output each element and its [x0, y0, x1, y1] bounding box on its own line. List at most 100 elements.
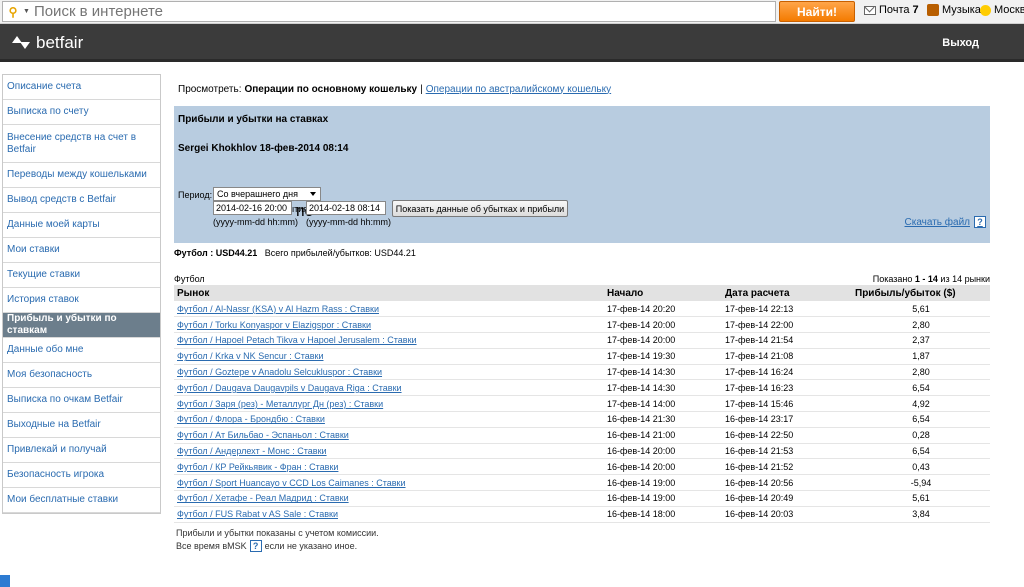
market-link[interactable]: Футбол / КР Рейкьявик - Фран : Ставки — [177, 462, 338, 472]
start-time: 16-фев-14 18:00 — [604, 506, 722, 523]
start-time: 17-фев-14 14:30 — [604, 364, 722, 381]
market-link[interactable]: Футбол / Goztepe v Anadolu Selcukluspor … — [177, 367, 382, 377]
mail-label: Почта — [879, 4, 910, 16]
find-button[interactable]: Найти! — [779, 1, 855, 22]
sidebar-item[interactable]: Мои бесплатные ставки — [3, 488, 160, 513]
market-cell: Футбол / Torku Konyaspor v Elazigspor : … — [174, 316, 604, 334]
sport-caption: Футбол — [174, 274, 205, 284]
market-cell: Футбол / Хетафе - Реал Мадрид : Ставки — [174, 490, 604, 507]
commission-note: Прибыли и убытки показаны с учетом комис… — [176, 528, 379, 538]
profit-loss: 1,87 — [852, 348, 990, 365]
market-link[interactable]: Футбол / FUS Rabat v AS Sale : Ставки — [177, 509, 338, 519]
start-time: 16-фев-14 19:00 — [604, 474, 722, 492]
shown-count: Показано 1 - 14 из 14 рынки — [873, 274, 990, 284]
sidebar-item[interactable]: Выходные на Betfair — [3, 413, 160, 438]
market-link[interactable]: Футбол / Андерлехт - Монс : Ставки — [177, 446, 327, 456]
col-market[interactable]: Рынок — [174, 285, 604, 301]
sidebar-item[interactable]: Текущие ставки — [3, 263, 160, 288]
market-link[interactable]: Футбол / Al-Nassr (KSA) v Al Hazm Rass :… — [177, 304, 379, 314]
table-row: Футбол / Daugava Daugavpils v Daugava Ri… — [174, 379, 990, 397]
profit-loss: 6,54 — [852, 443, 990, 460]
sidebar-item[interactable]: Данные моей карты — [3, 213, 160, 238]
sidebar-item[interactable]: Данные обо мне — [3, 338, 160, 363]
to-format-hint: (yyyy-mm-dd hh:mm) — [306, 217, 391, 227]
market-link[interactable]: Футбол / Флора - Брондбю : Ставки — [177, 414, 325, 424]
start-time: 16-фев-14 21:00 — [604, 427, 722, 444]
to-date-input[interactable]: 2014-02-18 08:14 — [306, 201, 386, 215]
from-date-input[interactable]: 2014-02-16 20:00 — [213, 201, 292, 215]
settled-time: 17-фев-14 15:46 — [722, 395, 852, 413]
sidebar-item[interactable]: Переводы между кошельками — [3, 163, 160, 188]
start-time: 16-фев-14 19:00 — [604, 490, 722, 507]
sidebar-item[interactable]: Мои ставки — [3, 238, 160, 263]
help-icon[interactable]: ? — [974, 216, 986, 228]
settled-time: 16-фев-14 20:49 — [722, 490, 852, 507]
market-link[interactable]: Футбол / Daugava Daugavpils v Daugava Ri… — [177, 383, 402, 393]
yandex-key-icon[interactable]: ⚲ — [3, 2, 23, 21]
timezone-help-icon[interactable]: ? — [249, 540, 262, 552]
table-row: Футбол / Заря (рез) - Металлург Дн (рез)… — [174, 395, 990, 413]
table-row: Футбол / Флора - Брондбю : Ставки 16-фев-… — [174, 411, 990, 428]
market-link[interactable]: Футбол / Torku Konyaspor v Elazigspor : … — [177, 320, 371, 330]
wallet-view-switcher: Просмотреть: Операции по основному кошел… — [174, 80, 990, 98]
market-link[interactable]: Футбол / Хетафе - Реал Мадрид : Ставки — [177, 493, 349, 503]
market-link[interactable]: Футбол / Заря (рез) - Металлург Дн (рез)… — [177, 399, 383, 409]
market-link[interactable]: Футбол / Ат Бильбао - Эспаньол : Ставки — [177, 430, 349, 440]
sidebar-item[interactable]: Описание счета — [3, 75, 160, 100]
market-link[interactable]: Футбол / Sport Huancayo v CCD Los Caiman… — [177, 478, 406, 488]
sidebar-item[interactable]: Моя безопасность — [3, 363, 160, 388]
music-link[interactable]: Музыка — [927, 4, 981, 16]
table-row: Футбол / Krka v NK Sencur : Ставки 17-фев… — [174, 348, 990, 365]
music-icon — [927, 4, 939, 16]
sidebar-item[interactable]: Внесение средств на счет в Betfair — [3, 125, 160, 163]
mail-link[interactable]: Почта 7 — [864, 4, 919, 16]
overall-total: Всего прибылей/убытков: USD44.21 — [264, 248, 416, 258]
logout-link[interactable]: Выход — [942, 37, 979, 49]
shown-suffix: из 14 рынки — [940, 274, 990, 284]
profit-loss: 0,43 — [852, 458, 990, 476]
view-separator: | — [420, 83, 423, 95]
table-row: Футбол / КР Рейкьявик - Фран : Ставки 16-… — [174, 458, 990, 476]
table-row: Футбол / Goztepe v Anadolu Selcukluspor … — [174, 364, 990, 381]
settled-time: 17-фев-14 22:00 — [722, 316, 852, 334]
market-cell: Футбол / КР Рейкьявик - Фран : Ставки — [174, 458, 604, 476]
moscow-link[interactable]: Москва — [980, 4, 1024, 16]
start-time: 17-фев-14 20:00 — [604, 332, 722, 349]
market-cell: Футбол / Заря (рез) - Металлург Дн (рез)… — [174, 395, 604, 413]
sidebar-item[interactable]: Выписка по очкам Betfair — [3, 388, 160, 413]
download-file-link[interactable]: Скачать файл ? — [905, 216, 986, 228]
profit-loss: 3,84 — [852, 506, 990, 523]
show-pl-button[interactable]: Показать данные об убытках и прибыли — [392, 200, 568, 217]
table-row: Футбол / Андерлехт - Монс : Ставки 16-фев… — [174, 443, 990, 460]
col-settled[interactable]: Дата расчета — [722, 285, 852, 301]
shown-prefix: Показано — [872, 274, 913, 284]
market-link[interactable]: Футбол / Hapoel Petach Tikva v Hapoel Je… — [177, 335, 417, 345]
chevron-down-icon[interactable]: ▼ — [23, 8, 30, 15]
sidebar-item[interactable]: Безопасность игрока — [3, 463, 160, 488]
sidebar-item[interactable]: Выписка по счету — [3, 100, 160, 125]
view-prefix: Просмотреть: — [178, 83, 242, 95]
browser-search-input[interactable] — [33, 3, 734, 20]
start-time: 17-фев-14 19:30 — [604, 348, 722, 365]
start-time: 17-фев-14 20:00 — [604, 316, 722, 334]
browser-search-box[interactable]: ⚲ ▼ — [2, 1, 776, 22]
sidebar-item[interactable]: Прибыль и убытки по ставкам — [3, 313, 160, 338]
col-pl[interactable]: Прибыль/убыток ($) — [852, 285, 990, 301]
col-start[interactable]: Начало — [604, 285, 722, 301]
start-time: 16-фев-14 20:00 — [604, 443, 722, 460]
market-link[interactable]: Футбол / Krka v NK Sencur : Ставки — [177, 351, 323, 361]
profit-loss: 2,37 — [852, 332, 990, 349]
sidebar-item[interactable]: Привлекай и получай — [3, 438, 160, 463]
start-time: 16-фев-14 21:30 — [604, 411, 722, 428]
moscow-label: Москва — [994, 4, 1024, 16]
betfair-logo[interactable]: betfair — [12, 33, 83, 53]
table-row: Футбол / Torku Konyaspor v Elazigspor : … — [174, 316, 990, 334]
settled-time: 16-фев-14 20:56 — [722, 474, 852, 492]
australian-wallet-link[interactable]: Операции по австралийскому кошельку — [426, 84, 611, 95]
mail-count: 7 — [912, 4, 919, 16]
browser-toolbar: ⚲ ▼ Найти! Почта 7 Музыка Москва — [0, 0, 1024, 24]
sidebar-item[interactable]: Вывод средств с Betfair — [3, 188, 160, 213]
profit-loss: 2,80 — [852, 364, 990, 381]
start-time: 17-фев-14 20:20 — [604, 301, 722, 318]
sidebar-item[interactable]: История ставок — [3, 288, 160, 313]
